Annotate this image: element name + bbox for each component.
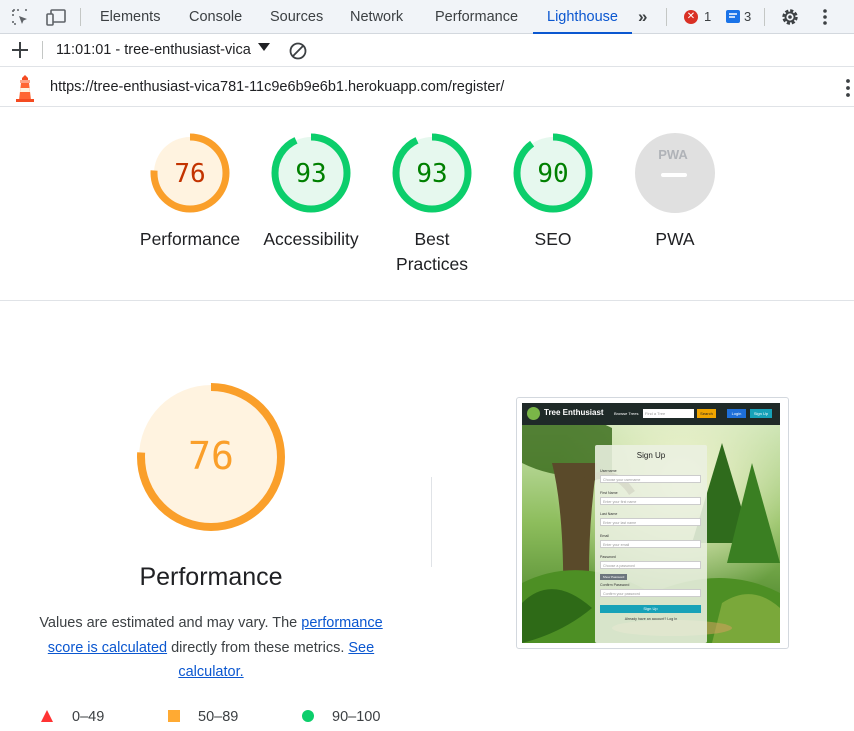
svg-text:PWA: PWA	[658, 147, 688, 162]
legend-average-icon	[167, 709, 181, 727]
svg-text:90: 90	[537, 159, 568, 189]
report-selector[interactable]: 11:01:01 - tree-enthusiast-vica	[56, 42, 251, 58]
form-field-input: Choose a password	[600, 561, 701, 569]
report-menu-icon[interactable]	[838, 77, 854, 104]
tab-elements[interactable]: Elements	[100, 0, 160, 34]
form-field-label: Username	[600, 469, 617, 473]
gauge-label: Best Practices	[372, 227, 492, 277]
gauge-label: Performance	[139, 229, 241, 249]
form-field-input: Choose your username	[600, 475, 701, 483]
legend-fail-icon	[40, 709, 54, 727]
toolbar-divider	[666, 8, 667, 26]
browse-label: Browse Trees	[614, 411, 639, 416]
description-text: directly from these metrics.	[167, 639, 349, 656]
site-signup-button: Sign Up	[750, 409, 772, 418]
lighthouse-logo-icon	[14, 74, 36, 107]
form-field-input: Enter your email	[600, 539, 701, 548]
report-url-bar: https://tree-enthusiast-vica781-11c9e6b9…	[0, 67, 854, 107]
legend-pass-icon	[301, 709, 315, 727]
performance-description: Values are estimated and may vary. The p…	[28, 611, 394, 685]
performance-big-gauge: 76	[137, 383, 285, 531]
form-field-label: Last Name	[600, 512, 618, 516]
form-field-label: Confirm Password	[600, 582, 630, 587]
toolbar-divider	[764, 8, 765, 26]
show-password-button: Show Password	[600, 573, 627, 580]
inspect-element-icon[interactable]	[10, 7, 30, 27]
tab-performance[interactable]: Performance	[435, 0, 518, 34]
form-title: Sign Up	[636, 451, 666, 460]
pwa-badge-icon: PWA	[635, 133, 715, 213]
gauge-label: SEO	[534, 229, 572, 249]
form-field-label: Email	[600, 533, 609, 538]
message-icon[interactable]	[726, 10, 740, 23]
legend-range: 90–100	[332, 709, 381, 725]
clear-reports-icon[interactable]	[288, 41, 308, 66]
site-login-button: Login	[727, 409, 746, 418]
svg-text:93: 93	[416, 159, 447, 189]
devtools-tab-bar: Elements Console Sources Network Perform…	[0, 0, 854, 34]
form-footer-text: Already have an account? Log In	[624, 617, 678, 621]
gauge-ring: 93	[392, 133, 472, 213]
more-tabs-chevron-icon[interactable]: »	[638, 0, 647, 34]
site-search-input: Find a Tree	[643, 409, 694, 418]
form-field-input: Enter your first name	[600, 496, 701, 505]
toolbar-divider	[80, 8, 81, 26]
error-icon[interactable]: ✕	[684, 10, 698, 24]
gauge-seo[interactable]: 90 SEO	[493, 131, 613, 252]
form-field-input: Confirm your password	[600, 588, 701, 597]
error-count[interactable]: 1	[704, 9, 711, 25]
gauge-best-practices[interactable]: 93 Best Practices	[372, 131, 492, 277]
form-field-label: First Name	[600, 490, 618, 495]
svg-text:93: 93	[295, 159, 326, 189]
final-screenshot: Tree Enthusiast Browse Trees Find a Tree…	[522, 403, 780, 643]
tab-sources[interactable]: Sources	[270, 0, 323, 34]
tab-lighthouse[interactable]: Lighthouse	[533, 0, 632, 34]
report-url[interactable]: https://tree-enthusiast-vica781-11c9e6b9…	[50, 79, 504, 95]
svg-text:76: 76	[174, 159, 205, 189]
gauge-ring: 76	[150, 133, 230, 213]
svg-text:76: 76	[188, 434, 234, 478]
form-field-label: Password	[600, 555, 616, 559]
settings-gear-icon[interactable]	[780, 7, 800, 27]
gauge-pwa[interactable]: PWA PWA	[615, 131, 735, 252]
tab-network[interactable]: Network	[350, 0, 403, 34]
performance-title: Performance	[139, 563, 283, 591]
gauge-label: Accessibility	[263, 229, 359, 249]
section-divider	[431, 477, 432, 567]
form-field-input: Enter your last name	[600, 518, 701, 526]
dropdown-arrow-icon[interactable]	[258, 43, 270, 51]
device-toolbar-icon[interactable]	[45, 7, 66, 27]
signup-form: Sign Up Username Choose your username Firs…	[595, 445, 707, 643]
gauge-label-line2: Practices	[396, 254, 468, 274]
legend-range: 0–49	[72, 709, 105, 725]
description-text: Values are estimated and may vary. The	[39, 615, 302, 631]
performance-detail-section: 76 Performance Values are estimated and …	[0, 301, 854, 731]
gauge-label-line1: Best	[414, 229, 450, 249]
lighthouse-toolbar: 11:01:01 - tree-enthusiast-vica	[0, 34, 854, 67]
site-name: Tree Enthusiast	[544, 408, 604, 417]
site-logo-icon	[527, 407, 540, 420]
new-report-plus-icon[interactable]	[10, 40, 30, 65]
gauge-performance[interactable]: 76 Performance	[130, 131, 250, 252]
toolbar-divider	[42, 41, 43, 59]
site-navbar: Tree Enthusiast Browse Trees Find a Tree…	[522, 403, 780, 425]
final-screenshot-frame[interactable]: Tree Enthusiast Browse Trees Find a Tree…	[516, 397, 789, 649]
site-search-button: Search	[697, 409, 716, 418]
tab-console[interactable]: Console	[189, 0, 242, 34]
legend-range: 50–89	[198, 709, 239, 725]
gauge-ring: 90	[513, 133, 593, 213]
form-submit-button: Sign Up	[600, 605, 701, 613]
gauge-ring: 93	[271, 133, 351, 213]
gauge-accessibility[interactable]: 93 Accessibility	[251, 131, 371, 252]
more-options-icon[interactable]	[815, 7, 835, 27]
gauge-label: PWA	[655, 229, 695, 249]
message-count[interactable]: 3	[744, 9, 751, 25]
score-gauges: 76 Performance 93 Accessibility 93 Best …	[0, 107, 854, 301]
